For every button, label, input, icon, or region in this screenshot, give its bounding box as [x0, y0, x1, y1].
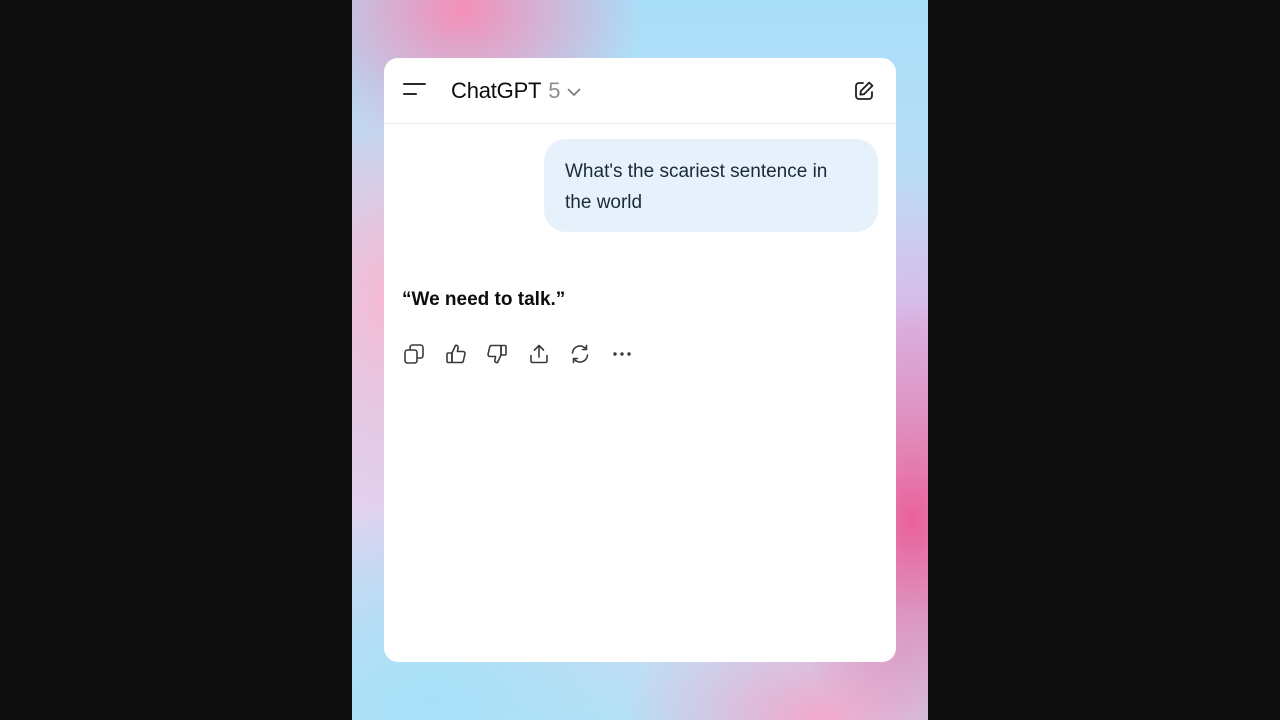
edit-icon — [855, 81, 874, 100]
more-icon — [612, 352, 631, 356]
thumbs-up-icon — [445, 344, 466, 364]
menu-line-top — [403, 83, 426, 85]
chevron-down-icon — [567, 88, 580, 96]
chat-window: ChatGPT 5 What's the scariest sentence i… — [384, 58, 896, 662]
user-message-bubble: What's the scariest sentence in the worl… — [544, 139, 878, 232]
chat-header: ChatGPT 5 — [384, 58, 896, 124]
thumbs-up-button[interactable] — [444, 342, 468, 366]
more-button[interactable] — [610, 342, 634, 366]
thumbs-down-button[interactable] — [485, 342, 509, 366]
thumbs-down-icon — [487, 344, 507, 364]
model-selector[interactable]: ChatGPT 5 — [451, 76, 581, 106]
refresh-icon — [571, 344, 589, 364]
model-name: ChatGPT — [451, 78, 542, 103]
message-actions — [402, 341, 651, 367]
user-message-text: What's the scariest sentence in the worl… — [565, 161, 828, 213]
new-chat-button[interactable] — [850, 77, 878, 105]
background-gradient: ChatGPT 5 What's the scariest sentence i… — [352, 0, 928, 720]
model-version: 5 — [548, 78, 561, 103]
copy-icon — [404, 344, 424, 364]
share-button[interactable] — [527, 342, 551, 366]
share-icon — [529, 344, 548, 364]
regenerate-button[interactable] — [568, 342, 592, 366]
assistant-reply: “We need to talk.” — [402, 289, 566, 310]
menu-icon[interactable] — [398, 77, 430, 105]
menu-line-bottom — [403, 93, 417, 95]
copy-button[interactable] — [402, 342, 426, 366]
